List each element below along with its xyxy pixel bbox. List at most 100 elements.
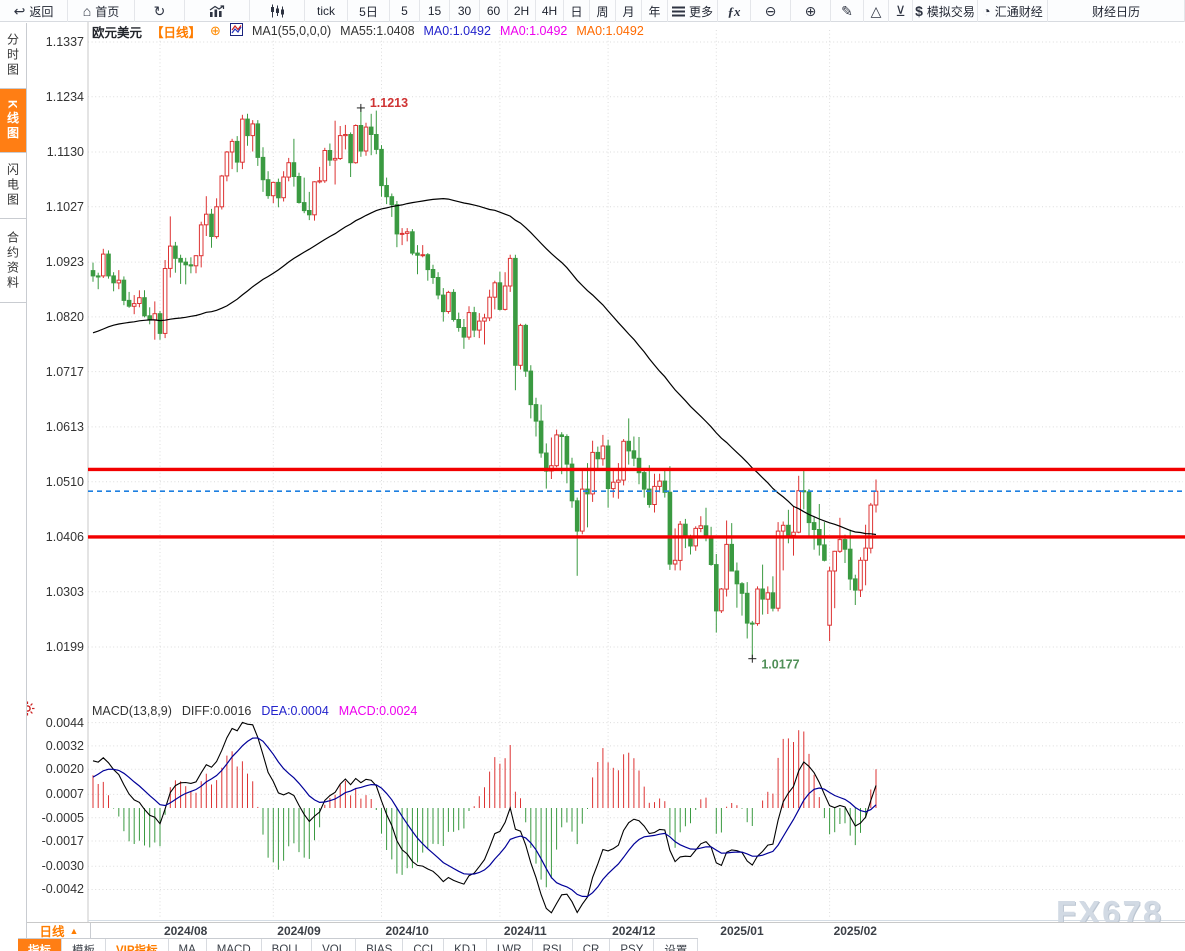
plus-circle-icon[interactable]: ⊕ bbox=[210, 23, 221, 39]
price-axis-label: 1.0613 bbox=[28, 420, 84, 434]
interval-5m[interactable]: 5 bbox=[390, 0, 420, 22]
price-axis-label: 1.0303 bbox=[28, 585, 84, 599]
macd-axis-label: 0.0020 bbox=[28, 762, 84, 776]
price-axis-label: 1.1234 bbox=[28, 90, 84, 104]
ma-settings-label: MA1(55,0,0,0) bbox=[252, 24, 331, 38]
candlestick-icon bbox=[270, 4, 285, 18]
interval-30m[interactable]: 30 bbox=[450, 0, 480, 22]
ma0-value-blue: MA0:1.0492 bbox=[424, 24, 491, 38]
top-toolbar: ↩返回⌂首页↻tick5日51530602H4H日周月年更多ƒx⊖⊕✎△⊻$模拟… bbox=[0, 0, 1185, 22]
macd-axis-label: -0.0005 bbox=[28, 811, 84, 825]
more-menu-button-label: 更多 bbox=[689, 3, 713, 20]
more-menu-button[interactable]: 更多 bbox=[668, 0, 718, 22]
interval-day[interactable]: 日 bbox=[564, 0, 590, 22]
macd-axis-label: 0.0007 bbox=[28, 787, 84, 801]
x-axis-month-label: 2024/10 bbox=[385, 924, 428, 938]
bottom-tab-PSY[interactable]: PSY bbox=[610, 939, 654, 951]
sidebar-item-3[interactable]: 合约资料 bbox=[0, 219, 26, 303]
line-chart-mode-button[interactable] bbox=[185, 0, 250, 22]
bottom-tab-BOLL[interactable]: BOLL bbox=[262, 939, 312, 951]
back-button[interactable]: ↩返回 bbox=[0, 0, 68, 22]
interval-4h-label: 4H bbox=[542, 4, 557, 18]
price-axis-label: 1.0510 bbox=[28, 475, 84, 489]
sidebar-item-2[interactable]: 闪电图 bbox=[0, 153, 26, 219]
back-arrow-icon: ↩ bbox=[14, 4, 26, 18]
calendar-button[interactable]: 财经日历 bbox=[1048, 0, 1185, 22]
bottom-tab-KDJ[interactable]: KDJ bbox=[444, 939, 487, 951]
macd-axis-label: 0.0032 bbox=[28, 739, 84, 753]
bottom-tab-设置[interactable]: 设置 bbox=[654, 939, 698, 951]
macd-header: MACD(13,8,9) DIFF:0.0016 DEA:0.0004 MACD… bbox=[92, 704, 417, 718]
bottom-tab-LWR[interactable]: LWR bbox=[487, 939, 533, 951]
interval-2h-label: 2H bbox=[514, 4, 529, 18]
interval-60m-label: 60 bbox=[487, 4, 500, 18]
demo-trade-button[interactable]: $模拟交易 bbox=[913, 0, 978, 22]
zoom-in-button[interactable]: ⊕ bbox=[791, 0, 831, 22]
macd-diff-value: DIFF:0.0016 bbox=[182, 704, 251, 718]
interval-tick-label: tick bbox=[317, 4, 335, 18]
interval-week[interactable]: 周 bbox=[590, 0, 616, 22]
bottom-tab-CCI[interactable]: CCI bbox=[403, 939, 444, 951]
dollar-icon: $ bbox=[915, 4, 923, 18]
draw-tool-button[interactable]: ✎ bbox=[831, 0, 864, 22]
x-axis-month-label: 2024/09 bbox=[277, 924, 320, 938]
bottom-tab-模板[interactable]: 模板 bbox=[62, 939, 106, 951]
home-button[interactable]: ⌂首页 bbox=[68, 0, 135, 22]
interval-5d-label: 5日 bbox=[359, 3, 378, 20]
x-axis-month-label: 2025/01 bbox=[720, 924, 763, 938]
interval-week-label: 周 bbox=[596, 3, 608, 20]
back-button-label: 返回 bbox=[29, 3, 53, 20]
interval-2h[interactable]: 2H bbox=[508, 0, 536, 22]
bottom-tab-BIAS[interactable]: BIAS bbox=[356, 939, 403, 951]
pencil-icon: ✎ bbox=[841, 4, 853, 18]
triangle-icon: △ bbox=[871, 4, 882, 18]
kline-chart-icon bbox=[230, 23, 243, 39]
interval-5m-label: 5 bbox=[401, 4, 408, 18]
interval-5d[interactable]: 5日 bbox=[348, 0, 390, 22]
triangle-tool-button[interactable]: △ bbox=[864, 0, 889, 22]
period-tag: 【日线】 bbox=[151, 22, 201, 41]
bottom-tab-RSI[interactable]: RSI bbox=[533, 939, 573, 951]
bottom-tab-VOL[interactable]: VOL bbox=[312, 939, 356, 951]
refresh-button[interactable]: ↻ bbox=[135, 0, 185, 22]
bottom-tab-VIP指标[interactable]: VIP指标 bbox=[106, 939, 169, 951]
interval-15m[interactable]: 15 bbox=[420, 0, 450, 22]
calendar-button-label: 财经日历 bbox=[1092, 3, 1140, 20]
indicator-fx-button[interactable]: ƒx bbox=[718, 0, 751, 22]
bottom-tab-MACD[interactable]: MACD bbox=[207, 939, 262, 951]
bottom-tab-指标[interactable]: 指标 bbox=[18, 939, 62, 951]
macd-dea-value: DEA:0.0004 bbox=[261, 704, 328, 718]
interval-month[interactable]: 月 bbox=[616, 0, 642, 22]
bottom-tab-MA[interactable]: MA bbox=[169, 939, 207, 951]
ma0-value-magenta: MA0:1.0492 bbox=[500, 24, 567, 38]
macd-axis-label: -0.0030 bbox=[28, 859, 84, 873]
sidebar-item-0[interactable]: 分时图 bbox=[0, 23, 26, 89]
bottom-tab-CR[interactable]: CR bbox=[573, 939, 611, 951]
left-sidebar: 分时图K线图闪电图合约资料 bbox=[0, 23, 27, 951]
interval-60m[interactable]: 60 bbox=[480, 0, 508, 22]
interval-4h[interactable]: 4H bbox=[536, 0, 564, 22]
zoom-in-icon: ⊕ bbox=[805, 4, 817, 18]
svg-text:1.0177: 1.0177 bbox=[761, 658, 799, 672]
interval-30m-label: 30 bbox=[458, 4, 471, 18]
chart-header: 欧元美元 【日线】 ⊕ MA1(55,0,0,0) MA55:1.0408 MA… bbox=[92, 24, 644, 38]
period-selector[interactable]: 日线 ▲ bbox=[28, 923, 91, 938]
price-axis-label: 1.0199 bbox=[28, 640, 84, 654]
chart-canvas[interactable]: 1.1213 1.0177 bbox=[0, 0, 1185, 951]
price-axis-label: 1.1027 bbox=[28, 200, 84, 214]
ma55-value: MA55:1.0408 bbox=[340, 24, 414, 38]
candle-chart-mode-button[interactable] bbox=[250, 0, 305, 22]
interval-year[interactable]: 年 bbox=[642, 0, 668, 22]
price-axis-label: 1.0923 bbox=[28, 255, 84, 269]
zoom-out-button[interactable]: ⊖ bbox=[751, 0, 791, 22]
svg-text:1.1213: 1.1213 bbox=[370, 96, 408, 110]
macd-axis-label: -0.0017 bbox=[28, 834, 84, 848]
macd-axis-label: -0.0042 bbox=[28, 882, 84, 896]
fx678-news-button[interactable]: ◔汇通财经 bbox=[978, 0, 1048, 22]
sidebar-item-1[interactable]: K线图 bbox=[0, 89, 26, 153]
interval-tick[interactable]: tick bbox=[305, 0, 348, 22]
polyline-tool-button[interactable]: ⊻ bbox=[889, 0, 913, 22]
bar-chart-icon bbox=[209, 5, 225, 18]
price-axis-label: 1.1337 bbox=[28, 35, 84, 49]
interval-month-label: 月 bbox=[622, 3, 634, 20]
